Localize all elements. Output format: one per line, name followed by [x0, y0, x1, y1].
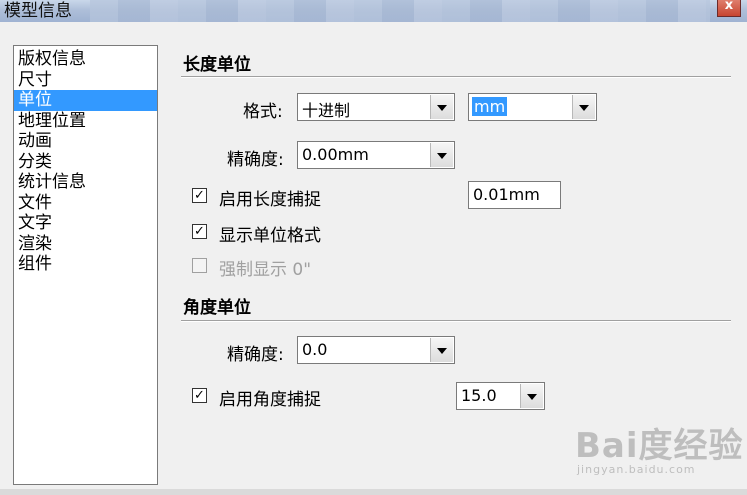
category-item-dimensions[interactable]: 尺寸 — [14, 70, 157, 91]
angle-units-divider — [181, 320, 731, 322]
category-list[interactable]: 版权信息 尺寸 单位 地理位置 动画 分类 统计信息 文件 文字 渲染 组件 — [13, 45, 158, 485]
chevron-down-icon[interactable] — [572, 95, 595, 119]
format-select-value: 十进制 — [302, 101, 351, 120]
force-zero-checkbox — [192, 258, 207, 273]
title-bar-toolbar-strip — [90, 0, 710, 22]
length-units-divider — [181, 76, 731, 78]
category-item-rendering[interactable]: 渲染 — [14, 234, 157, 255]
category-item-text[interactable]: 文字 — [14, 213, 157, 234]
chevron-down-icon[interactable] — [520, 384, 543, 408]
format-select[interactable]: 十进制 — [297, 93, 455, 121]
baidu-watermark: Bai度经验 jingyan.baidu.com — [575, 418, 744, 476]
category-item-units[interactable]: 单位 — [14, 90, 157, 111]
close-button[interactable]: x — [717, 0, 741, 17]
angle-precision-value: 0.0 — [302, 340, 328, 359]
angle-snap-label: 启用角度捕捉 — [219, 390, 321, 410]
unit-select-value: mm — [472, 97, 508, 116]
category-item-file[interactable]: 文件 — [14, 193, 157, 214]
unit-select[interactable]: mm — [468, 93, 597, 121]
length-precision-select[interactable]: 0.00mm — [297, 141, 455, 169]
angle-units-title: 角度单位 — [183, 298, 251, 318]
angle-snap-select[interactable]: 15.0 — [456, 382, 545, 410]
bottom-edge — [0, 489, 747, 495]
show-unit-format-checkbox[interactable]: ✓ — [192, 224, 207, 239]
category-item-animation[interactable]: 动画 — [14, 131, 157, 152]
category-item-components[interactable]: 组件 — [14, 254, 157, 275]
category-item-geo-location[interactable]: 地理位置 — [14, 111, 157, 132]
format-label: 格式: — [243, 102, 283, 122]
window-title: 模型信息 — [4, 1, 72, 21]
chevron-down-icon[interactable] — [430, 95, 453, 119]
length-snap-input[interactable]: 0.01mm — [468, 181, 561, 209]
chevron-down-icon[interactable] — [430, 338, 453, 362]
angle-snap-checkbox[interactable]: ✓ — [192, 388, 207, 403]
watermark-url: jingyan.baidu.com — [577, 463, 696, 476]
category-item-statistics[interactable]: 统计信息 — [14, 172, 157, 193]
force-zero-label: 强制显示 0" — [219, 260, 312, 280]
title-bar: 模型信息 x — [0, 0, 747, 22]
angle-precision-select[interactable]: 0.0 — [297, 336, 455, 364]
angle-snap-value: 15.0 — [461, 386, 497, 405]
baidu-logo: Bai度经验 — [575, 426, 744, 466]
show-unit-format-label: 显示单位格式 — [219, 226, 321, 246]
angle-precision-label: 精确度: — [227, 345, 284, 365]
chevron-down-icon[interactable] — [430, 143, 453, 167]
length-precision-value: 0.00mm — [302, 145, 369, 164]
length-snap-checkbox[interactable]: ✓ — [192, 188, 207, 203]
length-snap-label: 启用长度捕捉 — [219, 190, 321, 210]
length-precision-label: 精确度: — [227, 150, 284, 170]
category-item-copyright[interactable]: 版权信息 — [14, 49, 157, 70]
length-snap-value: 0.01mm — [473, 185, 540, 204]
length-units-title: 长度单位 — [183, 55, 251, 75]
category-item-classifications[interactable]: 分类 — [14, 152, 157, 173]
